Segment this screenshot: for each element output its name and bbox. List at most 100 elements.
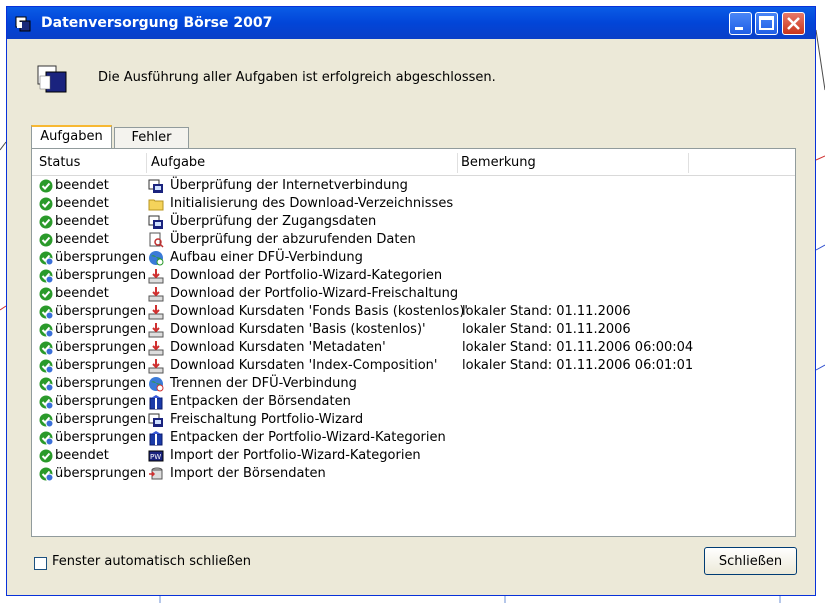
task-text: Download Kursdaten 'Fonds Basis (kostenl… <box>170 304 468 319</box>
status-text: übersprungen <box>55 268 147 283</box>
remark-text: lokaler Stand: 01.11.2006 <box>462 322 631 337</box>
table-row[interactable]: übersprungen Freischaltung Portfolio-Wiza… <box>32 411 795 429</box>
svg-text:PW: PW <box>150 453 161 461</box>
table-row[interactable]: beendet Überprüfung der Internetverbindun… <box>32 177 795 195</box>
skip-check-icon <box>39 341 53 355</box>
app-icon <box>15 16 31 32</box>
check-icon <box>39 287 53 301</box>
auto-close-checkbox[interactable] <box>34 557 47 570</box>
skip-check-icon <box>39 431 53 445</box>
task-text: Freischaltung Portfolio-Wizard <box>170 412 364 427</box>
computer-icon <box>148 215 163 229</box>
status-text: beendet <box>55 196 109 211</box>
column-header-status[interactable]: Status <box>39 154 80 172</box>
task-text: Import der Börsendaten <box>170 466 326 481</box>
completion-message: Die Ausführung aller Aufgaben ist erfolg… <box>98 70 496 85</box>
check-icon <box>39 179 53 193</box>
download-icon <box>148 323 164 338</box>
folder-icon <box>148 199 164 211</box>
download-icon <box>148 359 164 374</box>
status-text: beendet <box>55 448 109 463</box>
table-row[interactable]: übersprungen Download Kursdaten 'Basis (k… <box>32 321 795 339</box>
task-text: Initialisierung des Download-Verzeichnis… <box>170 196 454 211</box>
column-divider[interactable] <box>457 153 458 173</box>
status-text: übersprungen <box>55 322 147 337</box>
tab-aufgaben[interactable]: Aufgaben <box>31 125 112 148</box>
column-header-remark[interactable]: Bemerkung <box>461 154 536 172</box>
task-text: Download Kursdaten 'Index-Composition' <box>170 358 438 373</box>
pw-import-icon: PW <box>148 450 164 462</box>
globe-icon <box>149 251 164 266</box>
auto-close-label[interactable]: Fenster automatisch schließen <box>52 554 251 569</box>
task-text: Entpacken der Börsendaten <box>170 394 351 409</box>
table-row[interactable]: beendet Überprüfung der abzurufenden Date… <box>32 231 795 249</box>
table-row[interactable]: beendet Initialisierung des Download-Verz… <box>32 195 795 213</box>
status-text: übersprungen <box>55 430 147 445</box>
task-text: Download der Portfolio-Wizard-Kategorien <box>170 268 443 283</box>
status-text: übersprungen <box>55 412 147 427</box>
status-text: übersprungen <box>55 376 147 391</box>
package-icon <box>149 395 163 410</box>
status-text: übersprungen <box>55 304 147 319</box>
task-text: Download der Portfolio-Wizard-Freischalt… <box>170 286 459 301</box>
minimize-icon <box>735 27 743 30</box>
maximize-icon <box>759 16 774 30</box>
table-row[interactable]: übersprungen Aufbau einer DFÜ-Verbindung <box>32 249 795 267</box>
package-icon <box>149 431 163 446</box>
table-row[interactable]: übersprungen Download Kursdaten 'Metadate… <box>32 339 795 357</box>
globe-disconnect-icon <box>149 377 164 392</box>
check-icon <box>39 215 53 229</box>
table-row[interactable]: übersprungen Entpacken der Börsendaten <box>32 393 795 411</box>
title-bar[interactable]: Datenversorgung Börse 2007 <box>7 7 815 39</box>
skip-check-icon <box>39 269 53 283</box>
maximize-button[interactable] <box>755 12 778 35</box>
table-row[interactable]: übersprungen Entpacken der Portfolio-Wiza… <box>32 429 795 447</box>
remark-text: lokaler Stand: 01.11.2006 06:01:01 <box>462 358 694 373</box>
status-text: beendet <box>55 178 109 193</box>
skip-check-icon <box>39 377 53 391</box>
schliessen-button[interactable]: Schließen <box>704 547 797 575</box>
status-text: übersprungen <box>55 358 147 373</box>
skip-check-icon <box>39 395 53 409</box>
remark-text: lokaler Stand: 01.11.2006 <box>462 304 631 319</box>
close-window-button[interactable] <box>782 12 805 35</box>
status-text: beendet <box>55 232 109 247</box>
skip-check-icon <box>39 359 53 373</box>
status-text: übersprungen <box>55 340 147 355</box>
window-title: Datenversorgung Börse 2007 <box>41 15 273 31</box>
task-text: Import der Portfolio-Wizard-Kategorien <box>170 448 421 463</box>
task-text: Überprüfung der Internetverbindung <box>170 178 408 193</box>
status-text: übersprungen <box>55 466 147 481</box>
table-row[interactable]: übersprungen Download der Portfolio-Wizar… <box>32 267 795 285</box>
task-text: Überprüfung der abzurufenden Daten <box>170 232 416 247</box>
column-divider[interactable] <box>688 153 689 173</box>
table-row[interactable]: beendet PW Import der Portfolio-Wizard-Kat… <box>32 447 795 465</box>
table-row[interactable]: übersprungen Download Kursdaten 'Fonds Ba… <box>32 303 795 321</box>
table-row[interactable]: beendet Download der Portfolio-Wizard-Fre… <box>32 285 795 303</box>
check-icon <box>39 449 53 463</box>
skip-check-icon <box>39 305 53 319</box>
column-divider[interactable] <box>146 153 147 173</box>
task-text: Download Kursdaten 'Metadaten' <box>170 340 386 355</box>
table-row[interactable]: übersprungen Import der Börsendaten <box>32 465 795 483</box>
download-icon <box>148 287 164 302</box>
check-icon <box>39 233 53 247</box>
table-row[interactable]: übersprungen Trennen der DFÜ-Verbindung <box>32 375 795 393</box>
column-header-task[interactable]: Aufgabe <box>151 154 205 172</box>
task-text: Download Kursdaten 'Basis (kostenlos)' <box>170 322 426 337</box>
table-row[interactable]: beendet Überprüfung der Zugangsdaten <box>32 213 795 231</box>
table-row[interactable]: übersprungen Download Kursdaten 'Index-Co… <box>32 357 795 375</box>
database-import-icon <box>149 467 163 480</box>
skip-check-icon <box>39 467 53 481</box>
document-search-icon <box>149 232 164 248</box>
tab-fehler[interactable]: Fehler <box>114 127 189 148</box>
close-icon <box>787 17 800 30</box>
status-text: beendet <box>55 286 109 301</box>
check-icon <box>39 197 53 211</box>
task-text: Aufbau einer DFÜ-Verbindung <box>170 250 363 265</box>
status-text: beendet <box>55 214 109 229</box>
minimize-button[interactable] <box>729 12 752 35</box>
skip-check-icon <box>39 323 53 337</box>
remark-text: lokaler Stand: 01.11.2006 06:00:04 <box>462 340 694 355</box>
status-text: übersprungen <box>55 394 147 409</box>
